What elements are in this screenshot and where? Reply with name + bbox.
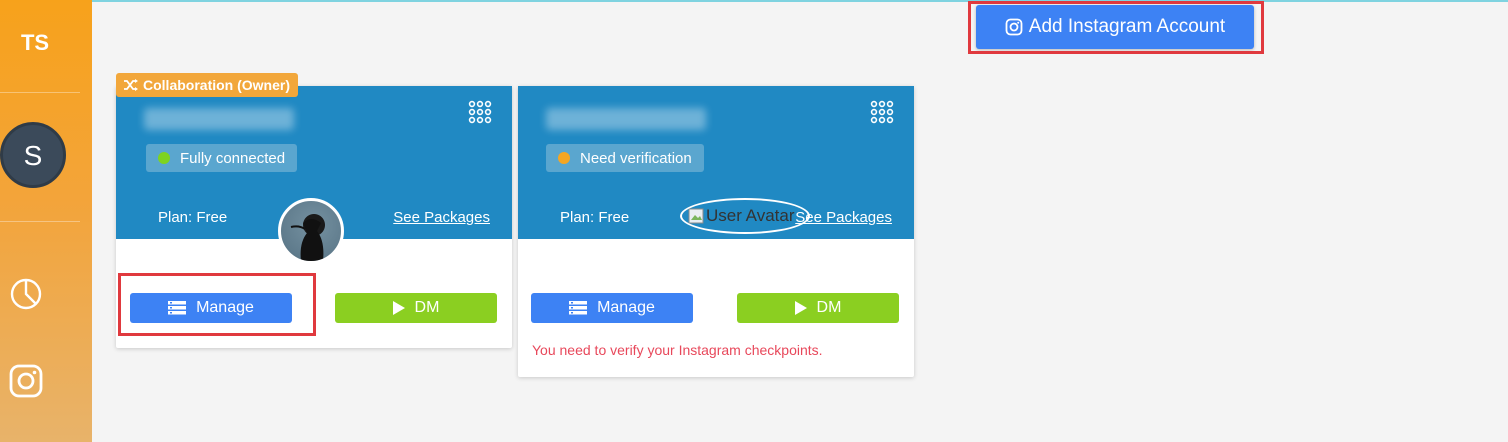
dm-label: DM [414, 299, 440, 316]
person-silhouette [290, 219, 324, 261]
account-avatar [278, 198, 344, 264]
grid-menu-icon[interactable] [870, 100, 894, 124]
collaboration-badge-label: Collaboration (Owner) [143, 77, 290, 93]
status-dot-green [158, 152, 170, 164]
play-icon [392, 301, 405, 315]
account-avatar-broken: User Avatar [680, 198, 810, 234]
instagram-icon [1005, 18, 1023, 36]
server-icon [168, 301, 187, 315]
avatar-alt-text: User Avatar [706, 206, 795, 225]
top-border [0, 0, 1508, 2]
grid-menu-icon[interactable] [468, 100, 492, 124]
see-packages-link[interactable]: See Packages [393, 209, 490, 226]
status-label: Fully connected [180, 149, 286, 167]
play-icon [794, 301, 807, 315]
sidebar: TS S [0, 0, 92, 442]
status-label: Need verification [580, 149, 692, 167]
broken-image-icon [688, 208, 704, 224]
card-header: Need verification Plan: Free See Package… [518, 86, 914, 239]
verification-warning: You need to verify your Instagram checkp… [532, 342, 823, 358]
manage-label: Manage [196, 299, 254, 316]
user-avatar[interactable]: S [0, 122, 66, 188]
sidebar-divider [0, 92, 80, 93]
shuffle-icon [124, 79, 138, 91]
add-instagram-account-button[interactable]: Add Instagram Account [976, 5, 1254, 49]
workspace-initials[interactable]: TS [0, 30, 70, 56]
dm-label: DM [816, 299, 842, 316]
account-card: Fully connected Plan: Free See Packages … [116, 86, 512, 348]
manage-button[interactable]: Manage [130, 293, 292, 323]
status-badge: Need verification [546, 144, 704, 172]
manage-label: Manage [597, 299, 655, 316]
collaboration-badge: Collaboration (Owner) [116, 73, 298, 97]
pie-chart-icon[interactable] [8, 276, 44, 312]
account-username-blurred [546, 108, 706, 130]
account-username-blurred [144, 108, 294, 130]
status-dot-orange [558, 152, 570, 164]
manage-button[interactable]: Manage [531, 293, 693, 323]
card-header: Fully connected Plan: Free See Packages [116, 86, 512, 264]
status-badge: Fully connected [146, 144, 298, 172]
sidebar-divider [0, 221, 80, 222]
account-card: Need verification Plan: Free See Package… [518, 86, 914, 377]
plan-label: Plan: Free [158, 209, 228, 226]
dm-button[interactable]: DM [335, 293, 497, 323]
plan-label: Plan: Free [560, 209, 630, 226]
dm-button[interactable]: DM [737, 293, 899, 323]
instagram-icon[interactable] [8, 363, 44, 399]
server-icon [569, 301, 588, 315]
add-instagram-account-label: Add Instagram Account [1028, 16, 1226, 37]
